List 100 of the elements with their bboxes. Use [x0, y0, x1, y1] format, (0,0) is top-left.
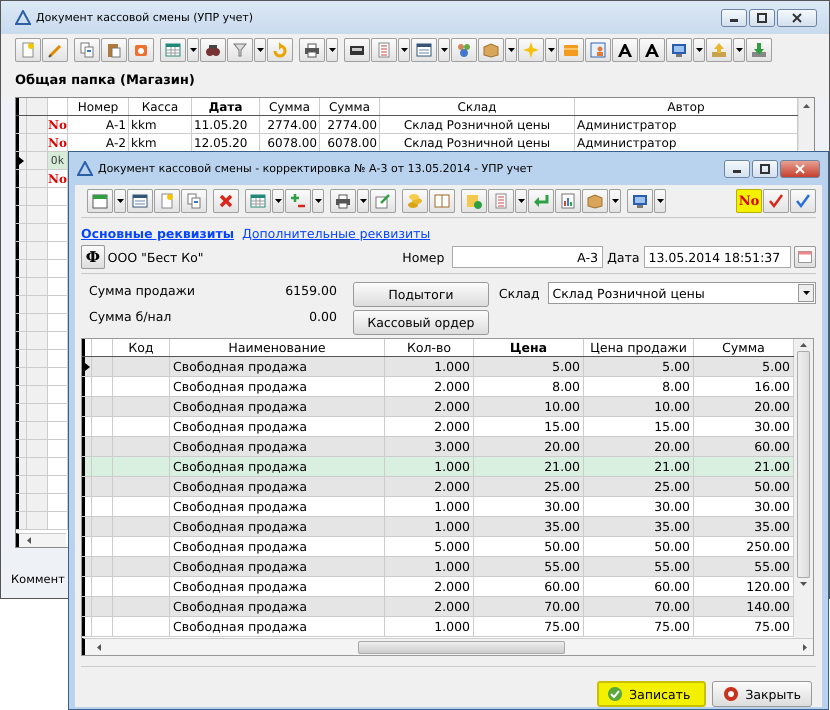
toolbar-button[interactable] — [127, 189, 153, 213]
dropdown-button[interactable] — [326, 38, 338, 62]
column-header[interactable]: Сумма — [260, 98, 320, 115]
toolbar-button[interactable] — [666, 38, 692, 62]
warehouse-select[interactable]: Склад Розничной цены — [548, 282, 816, 304]
toolbar-button[interactable] — [627, 189, 653, 213]
vertical-scrollbar[interactable] — [798, 98, 814, 150]
column-header[interactable]: Наименование — [170, 339, 385, 356]
row-selector[interactable] — [82, 517, 92, 536]
toolbar-button[interactable] — [299, 38, 325, 62]
close-button[interactable] — [780, 160, 820, 178]
toolbar-button[interactable] — [411, 38, 437, 62]
footer-button[interactable]: Записать — [597, 681, 706, 707]
minimize-button[interactable] — [721, 9, 747, 27]
row-selector[interactable] — [16, 458, 27, 475]
toolbar-button[interactable] — [639, 38, 665, 62]
table-cell: Администратор — [577, 118, 677, 132]
dropdown-button[interactable] — [272, 189, 284, 213]
row-selector[interactable] — [16, 98, 27, 115]
row-selector[interactable] — [16, 512, 27, 529]
toolbar-button[interactable] — [330, 189, 356, 213]
caret-icon — [116, 199, 124, 203]
row-selector[interactable] — [16, 440, 27, 457]
column-header[interactable]: Касса — [129, 98, 192, 115]
row-selector[interactable] — [16, 134, 27, 151]
row-selector[interactable] — [16, 476, 27, 493]
dropdown-button[interactable] — [515, 189, 527, 213]
row-selector[interactable] — [16, 314, 27, 331]
dropdown-button[interactable] — [505, 38, 517, 62]
row-selector[interactable] — [16, 332, 27, 349]
date-field[interactable]: 13.05.2014 18:51:37 — [644, 246, 792, 268]
column-header[interactable]: Код — [113, 339, 170, 356]
dropdown-button[interactable] — [609, 189, 621, 213]
dropdown-button[interactable] — [438, 38, 450, 62]
row-selector[interactable] — [16, 170, 27, 187]
tab-link[interactable]: Основные реквизиты — [81, 226, 234, 241]
column-header[interactable]: Цена продажи — [584, 339, 694, 356]
row-selector[interactable] — [16, 206, 27, 223]
row-selector[interactable] — [82, 557, 92, 576]
dropdown-button[interactable] — [545, 38, 557, 62]
column-header[interactable]: Склад — [380, 98, 575, 115]
horizontal-scrollbar[interactable] — [16, 533, 66, 547]
toolbar-button[interactable] — [344, 38, 370, 62]
table-cell: Свободная продажа — [173, 379, 308, 394]
toolbar-button[interactable] — [87, 189, 113, 213]
minimize-button[interactable] — [724, 160, 750, 178]
dropdown-button[interactable] — [114, 189, 126, 213]
row-selector[interactable] — [16, 404, 27, 421]
dropdown-button[interactable] — [357, 189, 369, 213]
row-selector[interactable] — [82, 597, 92, 616]
table-cell: 20.00 — [754, 399, 790, 414]
row-selector[interactable] — [16, 422, 27, 439]
dropdown-button[interactable] — [187, 38, 199, 62]
row-selector[interactable] — [16, 350, 27, 367]
maximize-button[interactable] — [752, 160, 778, 178]
column-header[interactable]: Цена — [474, 339, 584, 356]
column-header[interactable]: Кол-во — [385, 339, 474, 356]
table-cell: 1.000 — [434, 559, 470, 574]
dropdown-button[interactable] — [254, 38, 266, 62]
tab-link[interactable]: Дополнительные реквизиты — [242, 226, 430, 241]
footer-button[interactable]: Закрыть — [712, 681, 812, 707]
table-cell: 1.000 — [434, 359, 470, 374]
dropdown-button[interactable] — [693, 38, 705, 62]
status-toggle-button[interactable]: No — [736, 189, 762, 213]
row-selector[interactable] — [16, 242, 27, 259]
horizontal-scrollbar[interactable] — [82, 638, 813, 655]
column-header[interactable]: Сумма — [320, 98, 380, 115]
table-cell: Склад Розничной цены — [404, 118, 550, 132]
table-cell: 25.00 — [654, 479, 690, 494]
dropdown-button[interactable] — [398, 38, 410, 62]
dropdown-button[interactable] — [312, 189, 324, 213]
column-header[interactable]: Дата — [192, 98, 260, 115]
calendar-button[interactable] — [794, 246, 816, 268]
maximize-icon — [760, 164, 770, 174]
row-selector[interactable] — [16, 224, 27, 241]
row-selector[interactable] — [16, 152, 27, 169]
column-header[interactable]: Номер — [68, 98, 129, 115]
row-selector[interactable] — [16, 278, 27, 295]
vertical-scrollbar[interactable] — [794, 339, 813, 638]
row-selector[interactable] — [82, 357, 92, 376]
row-selector[interactable] — [16, 368, 27, 385]
row-selector[interactable] — [82, 397, 92, 416]
action-button[interactable]: Подытоги — [352, 282, 489, 307]
row-selector[interactable] — [16, 188, 27, 205]
number-field[interactable]: А-3 — [452, 246, 604, 268]
row-selector[interactable] — [16, 494, 27, 511]
row-selector[interactable] — [16, 296, 27, 313]
row-selector[interactable] — [82, 477, 92, 496]
row-selector[interactable] — [16, 116, 27, 133]
maximize-button[interactable] — [749, 9, 775, 27]
dropdown-button[interactable] — [733, 38, 745, 62]
row-selector[interactable] — [16, 386, 27, 403]
row-selector[interactable] — [16, 260, 27, 277]
toolbar-button[interactable] — [200, 38, 226, 62]
action-button[interactable]: Кассовый ордер — [352, 310, 489, 335]
organization-button[interactable]: Ф — [81, 245, 105, 269]
dropdown-button[interactable] — [654, 189, 666, 213]
toolbar-button[interactable] — [612, 38, 638, 62]
close-button[interactable] — [777, 9, 817, 27]
add-folder-icon — [466, 193, 482, 209]
